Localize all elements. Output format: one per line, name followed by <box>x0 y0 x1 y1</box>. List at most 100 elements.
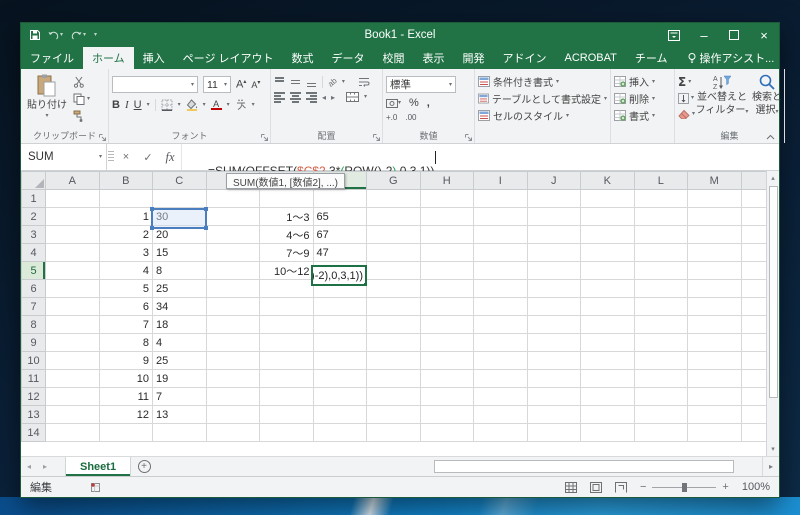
ribbon-tab[interactable]: 校閲 <box>374 47 414 69</box>
cell[interactable] <box>687 387 742 406</box>
scroll-up-button[interactable]: ▴ <box>767 171 779 185</box>
cell[interactable] <box>259 297 314 316</box>
cell[interactable] <box>526 225 581 244</box>
cell[interactable] <box>687 351 742 370</box>
cell[interactable] <box>205 297 260 316</box>
customize-qat-button[interactable]: ▾ <box>94 32 97 38</box>
column-header[interactable]: A <box>45 171 100 190</box>
fill-handle[interactable] <box>363 282 365 284</box>
ribbon-tab[interactable]: アドイン <box>494 47 556 69</box>
cell[interactable] <box>687 369 742 388</box>
cell[interactable] <box>526 279 581 298</box>
cell[interactable] <box>45 225 100 244</box>
cell[interactable] <box>633 225 688 244</box>
font-dialog-launcher[interactable] <box>260 133 269 142</box>
cell[interactable]: 13 <box>152 405 207 424</box>
prev-sheet-button[interactable]: ◂ <box>21 457 37 476</box>
cell[interactable] <box>366 423 421 442</box>
style-menu-button[interactable]: 条件付き書式 ▾ <box>478 74 607 89</box>
cell[interactable] <box>45 423 100 442</box>
column-header[interactable]: L <box>633 171 688 190</box>
row-header[interactable]: 3 <box>21 225 46 244</box>
ribbon-tab[interactable]: 挿入 <box>134 47 174 69</box>
cell[interactable] <box>205 387 260 406</box>
ribbon-display-options-button[interactable] <box>659 23 689 47</box>
cell[interactable] <box>205 405 260 424</box>
cell[interactable]: 10〜12 <box>259 261 314 280</box>
row-header[interactable]: 13 <box>21 405 46 424</box>
cell[interactable] <box>205 333 260 352</box>
shrink-font-button[interactable]: A▾ <box>251 79 260 90</box>
formula-input[interactable]: =SUM(OFFSET($C$2,3*(ROW()-2),0,3,1)) <box>181 144 779 178</box>
selection-handle[interactable] <box>204 226 208 230</box>
cell[interactable] <box>473 189 528 208</box>
cell[interactable] <box>473 279 528 298</box>
cell[interactable] <box>526 297 581 316</box>
cell[interactable] <box>45 315 100 334</box>
cell[interactable]: 18 <box>152 315 207 334</box>
ribbon-tab[interactable]: ファイル <box>21 47 83 69</box>
cell[interactable] <box>687 315 742 334</box>
cell[interactable] <box>740 225 766 244</box>
cell[interactable] <box>366 207 421 226</box>
row-header[interactable]: 10 <box>21 351 46 370</box>
column-header[interactable]: K <box>580 171 635 190</box>
cell[interactable] <box>205 423 260 442</box>
ribbon-tab[interactable]: チーム <box>626 47 677 69</box>
cell[interactable] <box>740 423 766 442</box>
cell[interactable]: 67 <box>312 225 367 244</box>
cell[interactable] <box>473 225 528 244</box>
fill-color-dropdown[interactable]: ▾ <box>203 102 206 108</box>
cell[interactable] <box>259 189 314 208</box>
cell[interactable] <box>473 315 528 334</box>
cell[interactable] <box>580 351 635 370</box>
cell[interactable] <box>205 369 260 388</box>
increase-indent-button[interactable]: ▸ <box>331 93 335 102</box>
cell[interactable] <box>633 189 688 208</box>
cell[interactable] <box>45 243 100 262</box>
cell[interactable] <box>580 405 635 424</box>
align-right-button[interactable] <box>306 92 317 103</box>
cell[interactable] <box>687 225 742 244</box>
cell[interactable] <box>633 387 688 406</box>
font-size-combo[interactable]: 11 ▾ <box>203 76 231 93</box>
underline-dropdown[interactable]: ▾ <box>147 102 150 108</box>
cell[interactable]: 15 <box>152 243 207 262</box>
enter-formula-button[interactable]: ✓ <box>137 144 159 170</box>
cell[interactable] <box>419 279 474 298</box>
name-box[interactable]: SUM ▾ <box>21 144 107 170</box>
cell[interactable] <box>526 315 581 334</box>
collapse-ribbon-button[interactable] <box>766 134 775 140</box>
cell[interactable] <box>526 189 581 208</box>
cell[interactable] <box>419 333 474 352</box>
cell[interactable] <box>45 351 100 370</box>
row-header[interactable]: 6 <box>21 279 46 298</box>
cell[interactable] <box>526 351 581 370</box>
column-header[interactable]: H <box>419 171 474 190</box>
save-button[interactable] <box>30 30 40 40</box>
cell[interactable] <box>473 261 528 280</box>
row-header[interactable]: 12 <box>21 387 46 406</box>
cell[interactable]: 8 <box>98 333 153 352</box>
cell[interactable] <box>580 333 635 352</box>
ribbon-tab[interactable]: ACROBAT <box>556 47 626 69</box>
cell[interactable] <box>366 369 421 388</box>
cells-menu-button[interactable]: 挿入 ▾ <box>614 74 671 89</box>
vertical-scrollbar[interactable]: ▴ ▾ <box>766 171 779 456</box>
column-header[interactable]: I <box>473 171 528 190</box>
cell[interactable]: 8 <box>152 261 207 280</box>
zoom-in-button[interactable]: + <box>722 481 728 493</box>
orientation-button[interactable]: ab <box>326 76 339 89</box>
redo-dropdown[interactable]: ▾ <box>83 32 86 38</box>
cell[interactable] <box>419 369 474 388</box>
accounting-format-button[interactable]: ▾ <box>386 98 401 108</box>
column-header[interactable]: G <box>366 171 421 190</box>
cell[interactable] <box>740 279 766 298</box>
cells-menu-button[interactable]: 削除 ▾ <box>614 91 671 106</box>
cell[interactable] <box>526 369 581 388</box>
cell[interactable] <box>740 405 766 424</box>
cell[interactable] <box>473 243 528 262</box>
row-header[interactable]: 8 <box>21 315 46 334</box>
cell[interactable]: 10 <box>98 369 153 388</box>
cell[interactable]: 1 <box>98 207 153 226</box>
